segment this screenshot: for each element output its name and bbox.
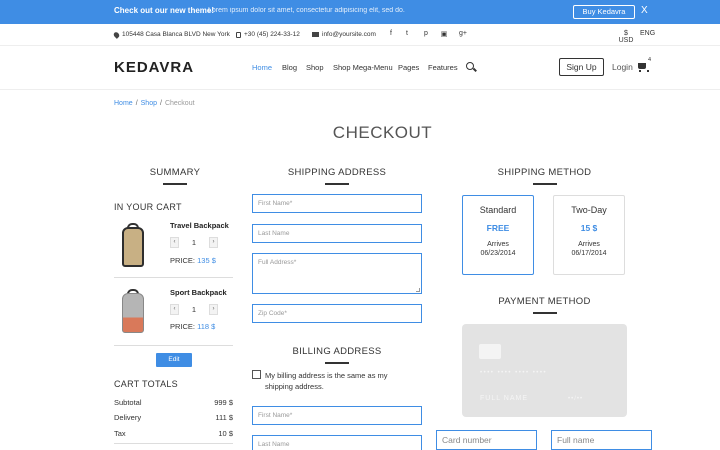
cart-item: Travel Backpack ‹ 1 › PRICE: 135 $ — [114, 221, 234, 276]
item-price: PRICE: 135 $ — [170, 256, 216, 265]
cart-icon[interactable] — [638, 63, 649, 72]
backpack-image — [118, 223, 148, 269]
last-name-field[interactable]: Last Name — [252, 224, 422, 243]
totals-row: Subtotal 999 $ — [114, 398, 233, 407]
shipping-option-price: 15 $ — [580, 223, 598, 233]
full-address-field[interactable]: Full Address* — [252, 253, 422, 294]
quantity-value[interactable]: 1 — [179, 238, 209, 247]
login-link[interactable]: Login — [612, 62, 633, 72]
quantity-stepper: ‹ 1 › — [170, 237, 218, 248]
billing-last-name-field[interactable]: Last Name — [252, 435, 422, 450]
search-icon[interactable] — [466, 62, 474, 70]
credit-card-preview: •••• •••• •••• •••• FULL NAME ••/•• — [462, 324, 627, 417]
cart-count-badge: 4 — [648, 57, 652, 63]
twitter-icon[interactable]: t — [403, 30, 411, 37]
main-header: KEDAVRA Home Blog Shop Shop Mega-Menu Pa… — [0, 46, 720, 90]
currency-select[interactable]: $ USD — [616, 30, 636, 44]
language-select[interactable]: ENG — [640, 30, 655, 37]
shipping-method-heading: SHIPPING METHOD — [462, 167, 627, 185]
billing-first-name-field[interactable]: First Name* — [252, 406, 422, 425]
address-info: 105448 Casa Blanca BLVD New York — [112, 30, 230, 39]
billing-same-label[interactable]: My billing address is the same as my shi… — [265, 370, 415, 392]
card-number-preview: •••• •••• •••• •••• — [480, 370, 548, 376]
close-icon[interactable]: X — [641, 5, 648, 17]
cart-item: Sport Backpack ‹ 1 › PRICE: 118 $ — [114, 288, 234, 343]
backpack-image — [118, 289, 148, 335]
quantity-stepper: ‹ 1 › — [170, 304, 218, 315]
zip-code-field[interactable]: Zip Code* — [252, 304, 422, 323]
google-plus-icon[interactable]: g+ — [458, 30, 468, 37]
promo-title: Check out our new theme! — [114, 6, 215, 15]
billing-same-checkbox[interactable] — [252, 370, 261, 379]
youtube-icon[interactable]: ▣ — [440, 30, 448, 38]
edit-cart-button[interactable]: Edit — [156, 353, 192, 367]
card-expiry-preview: ••/•• — [568, 396, 584, 402]
quantity-value[interactable]: 1 — [179, 305, 209, 314]
resize-handle-icon[interactable] — [416, 288, 420, 292]
nav-home[interactable]: Home — [252, 63, 272, 72]
nav-shop-mega-menu[interactable]: Shop Mega-Menu — [333, 63, 393, 72]
card-number-input[interactable]: Card number — [436, 430, 537, 450]
in-cart-heading: IN YOUR CART — [114, 202, 182, 212]
pinterest-icon[interactable]: p — [422, 30, 430, 37]
card-name-preview: FULL NAME — [480, 395, 529, 402]
shipping-option-arrives: Arrives — [487, 241, 509, 248]
email-text[interactable]: info@yoursite.com — [322, 31, 376, 38]
billing-address-heading: BILLING ADDRESS — [252, 346, 422, 364]
shipping-option-name: Two-Day — [571, 205, 607, 215]
totals-row: Delivery 111 $ — [114, 413, 233, 422]
item-price: PRICE: 118 $ — [170, 322, 216, 331]
phone-info: +30 (45) 224-33-12 — [236, 31, 300, 38]
breadcrumb: Home / Shop / Checkout — [114, 100, 195, 107]
nav-blog[interactable]: Blog — [282, 63, 297, 72]
totals-divider — [114, 443, 233, 444]
breadcrumb-shop[interactable]: Shop — [141, 100, 157, 107]
totals-row: Tax 10 $ — [114, 429, 233, 438]
shipping-option-standard[interactable]: Standard FREE Arrives 06/23/2014 — [462, 195, 534, 275]
payment-method-heading: PAYMENT METHOD — [462, 296, 627, 314]
nav-features[interactable]: Features — [428, 63, 458, 72]
shipping-address-heading: SHIPPING ADDRESS — [252, 167, 422, 185]
location-pin-icon — [112, 30, 121, 39]
phone-icon — [236, 31, 241, 38]
item-name[interactable]: Travel Backpack — [170, 221, 229, 230]
nav-shop[interactable]: Shop — [306, 63, 324, 72]
buy-theme-button[interactable]: Buy Kedavra — [573, 5, 635, 19]
logo[interactable]: KEDAVRA — [114, 59, 194, 76]
signup-button[interactable]: Sign Up — [559, 58, 604, 76]
email-info[interactable]: info@yoursite.com — [312, 31, 376, 38]
shipping-option-date: 06/17/2014 — [571, 250, 607, 257]
mail-icon — [312, 32, 319, 37]
shipping-option-name: Standard — [479, 205, 517, 215]
item-divider — [114, 345, 233, 346]
shipping-option-price: FREE — [486, 223, 510, 233]
cart-totals-heading: CART TOTALS — [114, 379, 178, 389]
promo-text: Lorem ipsum dolor sit amet, consectetur … — [208, 7, 405, 14]
info-bar: 105448 Casa Blanca BLVD New York +30 (45… — [0, 24, 720, 46]
increase-qty-button[interactable]: › — [209, 237, 218, 248]
full-name-input[interactable]: Full name — [551, 430, 652, 450]
breadcrumb-current: Checkout — [164, 100, 195, 107]
card-chip-icon — [479, 344, 501, 359]
phone-text: +30 (45) 224-33-12 — [244, 31, 300, 38]
first-name-field[interactable]: First Name* — [252, 194, 422, 213]
shipping-option-date: 06/23/2014 — [480, 250, 516, 257]
item-divider — [114, 277, 233, 278]
nav-pages[interactable]: Pages — [398, 63, 419, 72]
address-text: 105448 Casa Blanca BLVD New York — [122, 31, 230, 38]
item-name[interactable]: Sport Backpack — [170, 288, 227, 297]
decrease-qty-button[interactable]: ‹ — [170, 237, 179, 248]
shipping-option-arrives: Arrives — [578, 241, 600, 248]
page-title: CHECKOUT — [332, 123, 433, 142]
summary-heading: SUMMARY — [114, 167, 236, 185]
facebook-icon[interactable]: f — [387, 30, 395, 37]
breadcrumb-home[interactable]: Home — [114, 100, 133, 107]
promo-bar: Check out our new theme! Lorem ipsum dol… — [0, 0, 720, 24]
shipping-option-two-day[interactable]: Two-Day 15 $ Arrives 06/17/2014 — [553, 195, 625, 275]
increase-qty-button[interactable]: › — [209, 304, 218, 315]
decrease-qty-button[interactable]: ‹ — [170, 304, 179, 315]
